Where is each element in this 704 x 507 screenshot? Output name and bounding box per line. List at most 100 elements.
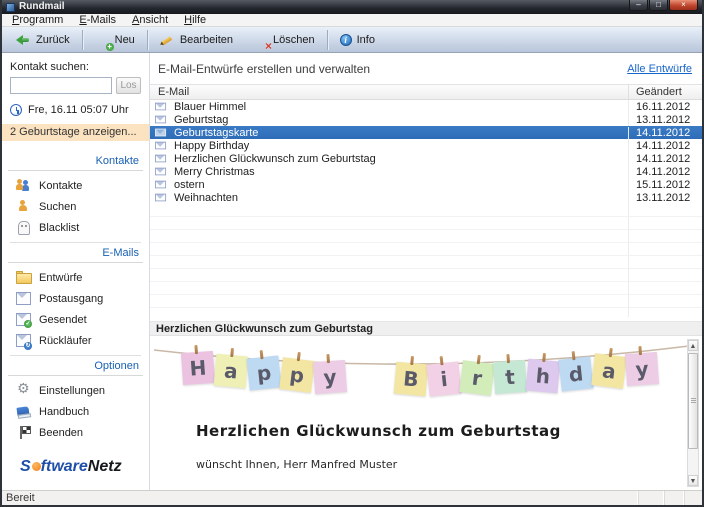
logo-part2: ftware <box>41 458 88 475</box>
toolbar-separator <box>327 30 328 50</box>
mail-sent-icon <box>16 313 31 326</box>
logo-part3: Netz <box>88 458 122 475</box>
all-drafts-link[interactable]: Alle Entwürfe <box>627 63 692 75</box>
preview-scrollbar[interactable]: ▲ ▼ <box>687 339 699 487</box>
search-go-button[interactable]: Los <box>116 77 141 94</box>
banner-card-y: y <box>313 360 347 394</box>
empty-row[interactable] <box>150 204 702 217</box>
draft-envelope-icon <box>155 155 166 163</box>
menu-programm[interactable]: Programm <box>4 14 71 26</box>
table-row[interactable]: Geburtstagskarte 14.11.2012 <box>150 126 702 139</box>
table-row[interactable]: Merry Christmas 14.11.2012 <box>150 165 702 178</box>
gear-icon <box>16 384 31 397</box>
column-email[interactable]: E-Mail <box>150 85 628 99</box>
banner-card-B: B <box>394 362 429 397</box>
mail-new-icon <box>95 35 110 47</box>
happy-birthday-banner-image: HappyBirthday <box>164 342 679 408</box>
empty-row[interactable] <box>150 282 702 295</box>
app-icon <box>6 3 15 12</box>
sidebar-item-postausgang[interactable]: Postausgang <box>2 288 149 309</box>
main-panel: E-Mail-Entwürfe erstellen und verwalten … <box>150 53 702 490</box>
sidebar-item-r-ckl-ufer[interactable]: Rückläufer <box>2 330 149 351</box>
table-row[interactable]: Herzlichen Glückwunsch zum Geburtstag 14… <box>150 152 702 165</box>
status-pane <box>638 491 664 505</box>
minimize-button[interactable]: – <box>629 0 648 11</box>
status-pane <box>664 491 684 505</box>
draft-envelope-icon <box>155 181 166 189</box>
toolbar-neu-button[interactable]: Neu <box>85 31 145 49</box>
birthday-notice[interactable]: 2 Geburtstage anzeigen... <box>2 124 149 141</box>
empty-row[interactable] <box>150 256 702 269</box>
status-pane <box>684 491 702 505</box>
edit-pencil-icon <box>160 34 175 46</box>
column-geaendert[interactable]: Geändert <box>628 85 702 99</box>
banner-card-p: p <box>279 358 315 394</box>
app-body: Kontakt suchen: Los Fre, 16.11 05:07 Uhr… <box>2 53 702 490</box>
toolbar-bearbeiten-button[interactable]: Bearbeiten <box>150 31 243 49</box>
empty-row[interactable] <box>150 295 702 308</box>
section-label-kontakte: Kontakte <box>2 151 149 170</box>
section-kontakte: Kontakte Kontakte Suchen Blacklist <box>2 151 149 238</box>
mail-delete-icon <box>253 35 268 47</box>
menu-hilfe[interactable]: Hilfe <box>176 14 214 26</box>
toolbar-info-button[interactable]: Info <box>330 31 385 49</box>
sidebar-item-entw-rfe[interactable]: Entwürfe <box>2 267 149 288</box>
empty-row[interactable] <box>150 308 702 317</box>
mail-returned-icon <box>16 334 31 347</box>
clock-icon <box>10 104 22 116</box>
banner-card-a: a <box>591 354 627 390</box>
draft-envelope-icon <box>155 116 166 124</box>
menu-ansicht[interactable]: Ansicht <box>124 14 176 26</box>
sidebar-item-kontakte[interactable]: Kontakte <box>2 175 149 196</box>
sidebar-item-beenden[interactable]: Beenden <box>2 422 149 443</box>
status-text: Bereit <box>2 492 638 504</box>
toolbar-l-schen-button[interactable]: Löschen <box>243 31 325 49</box>
draft-envelope-icon <box>155 103 166 111</box>
preview-pane: HappyBirthday Herzlichen Glückwunsch zum… <box>150 336 702 490</box>
folder-icon <box>16 271 31 284</box>
sidebar: Kontakt suchen: Los Fre, 16.11 05:07 Uhr… <box>2 53 150 490</box>
toolbar-zur-ck-button[interactable]: Zurück <box>6 31 80 49</box>
section-label-optionen: Optionen <box>2 356 149 375</box>
maximize-button[interactable]: □ <box>649 0 668 11</box>
drafts-table: Blauer Himmel 16.11.2012 Geburtstag 13.1… <box>150 100 702 317</box>
person-icon <box>16 200 31 213</box>
scroll-up-icon[interactable]: ▲ <box>688 340 698 351</box>
contact-search-input[interactable] <box>10 77 112 94</box>
table-row[interactable]: Happy Birthday 14.11.2012 <box>150 139 702 152</box>
menu-e-mails[interactable]: E-Mails <box>71 14 124 26</box>
section-optionen: Optionen Einstellungen Handbuch Beenden <box>2 355 149 443</box>
close-button[interactable]: × <box>669 0 698 11</box>
sidebar-sections: Kontakte Kontakte Suchen Blacklist E-Mai… <box>2 147 149 443</box>
section-label-e-mails: E-Mails <box>2 243 149 262</box>
toolbar-separator <box>147 30 148 50</box>
sidebar-item-gesendet[interactable]: Gesendet <box>2 309 149 330</box>
greeting-text: Herzlichen Glückwunsch zum Geburtstag <box>196 422 561 440</box>
sidebar-item-handbuch[interactable]: Handbuch <box>2 401 149 422</box>
signature-text: wünscht Ihnen, Herr Manfred Muster <box>196 458 397 471</box>
section-e-mails: E-Mails Entwürfe Postausgang Gesendet Rü… <box>2 242 149 351</box>
page-title: E-Mail-Entwürfe erstellen und verwalten <box>158 62 370 76</box>
flag-icon <box>16 426 31 439</box>
table-row[interactable]: Blauer Himmel 16.11.2012 <box>150 100 702 113</box>
empty-row[interactable] <box>150 269 702 282</box>
banner-card-h: h <box>526 359 561 394</box>
menu-bar: ProgrammE-MailsAnsichtHilfe <box>2 14 702 27</box>
table-row[interactable]: Geburtstag 13.11.2012 <box>150 113 702 126</box>
empty-row[interactable] <box>150 230 702 243</box>
empty-row[interactable] <box>150 217 702 230</box>
banner-card-y: y <box>625 351 659 385</box>
banner-card-r: r <box>459 361 495 397</box>
window-controls: – □ × <box>628 0 698 11</box>
softwarenetz-logo: SftwareNetz <box>2 458 149 490</box>
scroll-down-icon[interactable]: ▼ <box>688 475 698 486</box>
sidebar-item-blacklist[interactable]: Blacklist <box>2 217 149 238</box>
empty-row[interactable] <box>150 243 702 256</box>
sidebar-item-einstellungen[interactable]: Einstellungen <box>2 380 149 401</box>
scrollbar-thumb[interactable] <box>688 353 698 449</box>
status-bar: Bereit <box>2 490 702 505</box>
sidebar-item-suchen[interactable]: Suchen <box>2 196 149 217</box>
table-row[interactable]: Weihnachten 13.11.2012 <box>150 191 702 204</box>
table-row[interactable]: ostern 15.11.2012 <box>150 178 702 191</box>
current-datetime: Fre, 16.11 05:07 Uhr <box>28 104 129 116</box>
